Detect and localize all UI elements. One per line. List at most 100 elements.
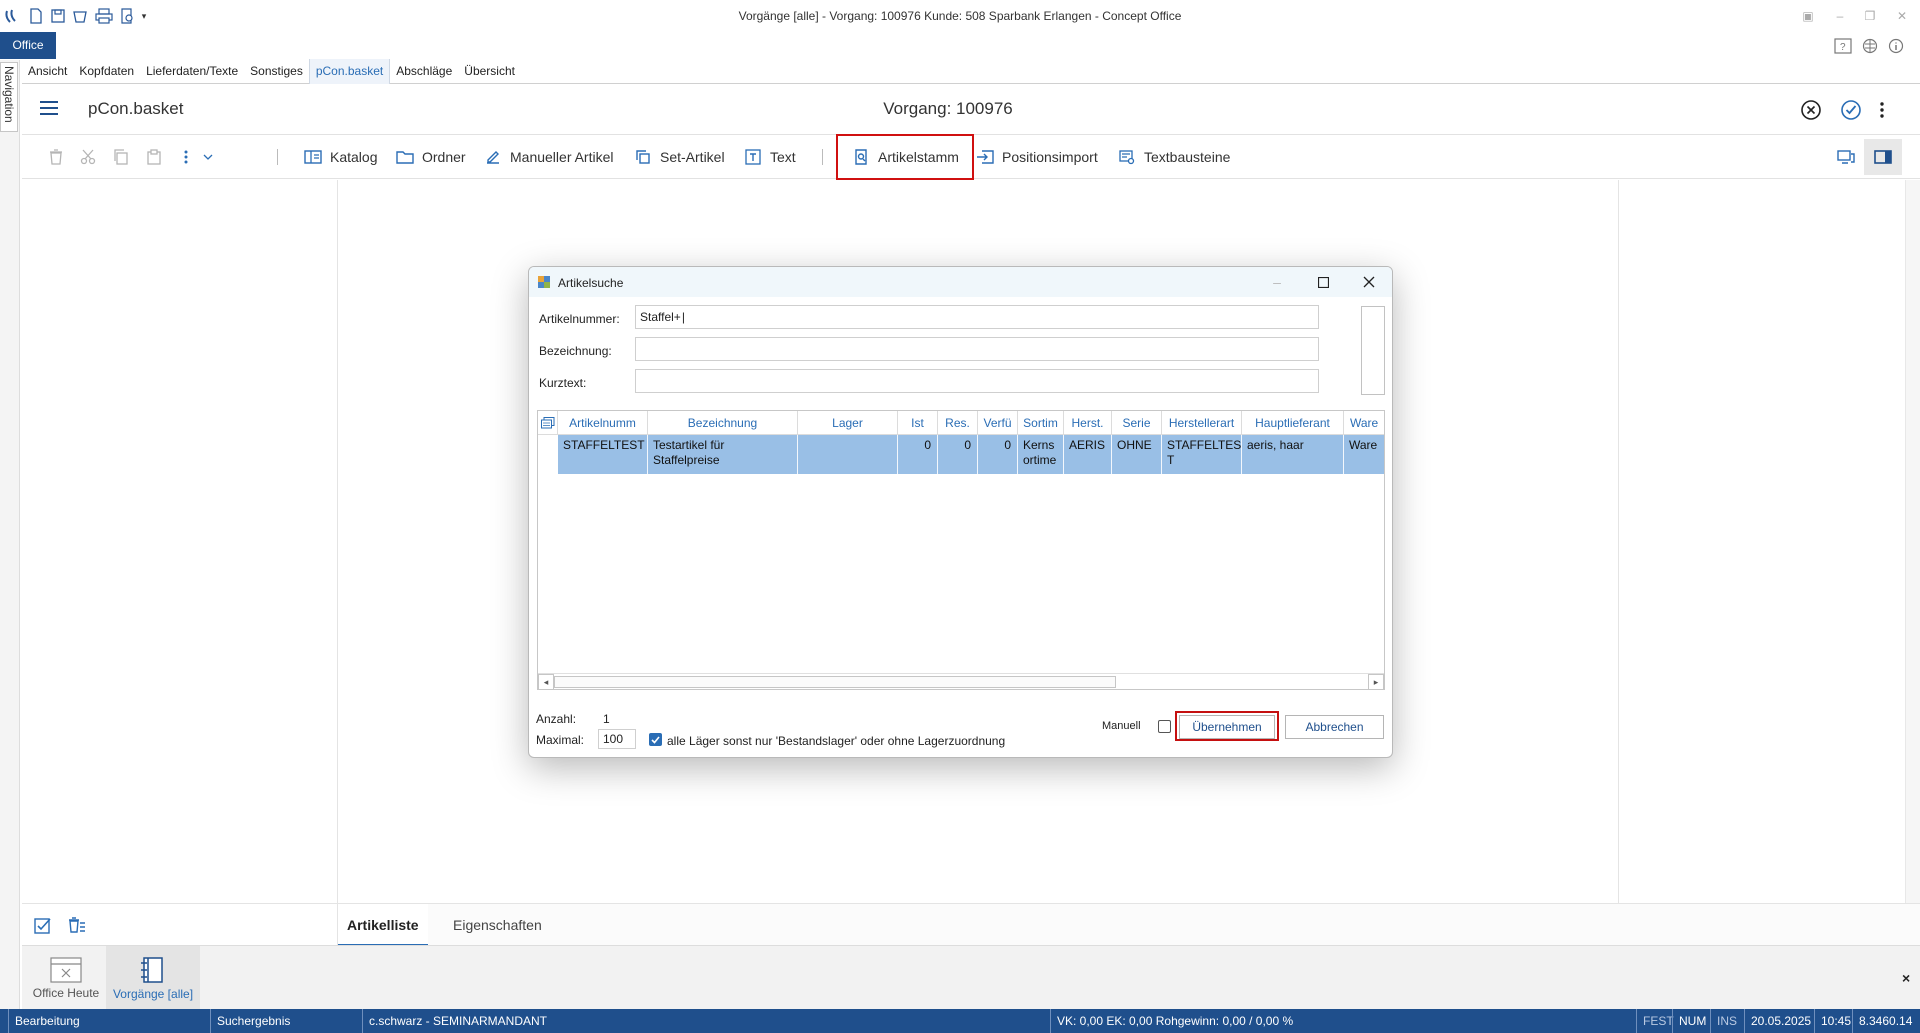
menu-ansicht[interactable]: Ansicht	[22, 59, 73, 84]
col-res[interactable]: Res.	[938, 411, 978, 435]
positionsimport-button[interactable]: Positionsimport	[976, 135, 1098, 179]
text-button[interactable]: Text	[744, 135, 796, 179]
title-bar: ▾ Vorgänge [alle] - Vorgang: 100976 Kund…	[0, 0, 1920, 32]
cell-verfuegbar: 0	[978, 435, 1018, 474]
col-bezeichnung[interactable]: Bezeichnung	[648, 411, 798, 435]
ordner-button[interactable]: Ordner	[396, 135, 466, 179]
col-hauptlieferant[interactable]: Hauptlieferant	[1242, 411, 1344, 435]
status-totals: VK: 0,00 EK: 0,00 Rohgewinn: 0,00 / 0,00…	[1050, 1009, 1293, 1033]
nav-office-heute[interactable]: Office Heute	[26, 946, 106, 1010]
dialog-title-bar: Artikelsuche –	[529, 267, 1392, 297]
nav-vorgaenge[interactable]: Vorgänge [alle]	[106, 946, 200, 1010]
dialog-maximize-icon[interactable]	[1313, 272, 1333, 292]
col-ist[interactable]: Ist	[898, 411, 938, 435]
col-sortiment[interactable]: Sortim	[1018, 411, 1064, 435]
grid-options-icon[interactable]	[538, 411, 558, 435]
vorgaenge-icon	[141, 956, 163, 983]
status-search: Suchergebnis	[210, 1009, 290, 1033]
search-fields-scrollbar[interactable]	[1361, 306, 1385, 395]
anzahl-value: 1	[603, 712, 610, 726]
menu-pcon-basket[interactable]: pCon.basket	[308, 58, 391, 84]
abbrechen-button[interactable]: Abbrechen	[1285, 715, 1384, 739]
artikelnummer-label: Artikelnummer:	[539, 312, 620, 326]
scroll-thumb[interactable]	[554, 676, 1116, 688]
close-icon[interactable]: ×	[1902, 970, 1910, 986]
textbausteine-button[interactable]: Textbausteine	[1118, 135, 1230, 179]
cut-icon[interactable]	[78, 147, 98, 167]
cell-ist: 0	[898, 435, 938, 474]
col-verfuegbar[interactable]: Verfü	[978, 411, 1018, 435]
more-actions-icon[interactable]	[176, 147, 196, 167]
dialog-close-icon[interactable]	[1359, 272, 1379, 292]
paste-icon[interactable]	[144, 147, 164, 167]
delete-list-icon[interactable]	[68, 916, 86, 934]
maximal-input[interactable]: 100	[598, 729, 636, 749]
maximal-label: Maximal:	[536, 733, 585, 747]
alle-laeger-label: alle Läger sonst nur 'Bestandslager' ode…	[667, 734, 1006, 748]
manuell-checkbox[interactable]	[1158, 720, 1171, 733]
col-herstellerart[interactable]: Herstellerart	[1162, 411, 1242, 435]
dialog-minimize-icon[interactable]: –	[1267, 272, 1287, 292]
status-mode: Bearbeitung	[8, 1009, 80, 1033]
delete-icon[interactable]	[46, 147, 66, 167]
col-hersteller[interactable]: Herst.	[1064, 411, 1112, 435]
tab-eigenschaften[interactable]: Eigenschaften	[444, 904, 551, 946]
edit-icon	[484, 148, 502, 166]
cell-bezeichnung: Testartikel für Staffelpreise	[648, 435, 798, 474]
office-tab[interactable]: Office	[0, 32, 56, 59]
cell-herstellerart: STAFFELTES T	[1162, 435, 1242, 474]
menu-abschlaege[interactable]: Abschläge	[390, 59, 458, 84]
toolbar-separator	[277, 149, 278, 165]
scroll-left-icon[interactable]: ◂	[538, 674, 554, 690]
status-version: 8.3460.14	[1852, 1009, 1912, 1033]
svg-text:?: ?	[1840, 42, 1846, 53]
copy-icon[interactable]	[111, 147, 131, 167]
col-ware[interactable]: Ware	[1344, 411, 1384, 435]
screen-share-icon[interactable]	[1836, 147, 1856, 167]
check-circle-icon[interactable]	[1838, 97, 1864, 123]
chevron-down-icon[interactable]	[198, 147, 218, 167]
kurztext-input[interactable]	[635, 369, 1319, 393]
tab-artikelliste[interactable]: Artikelliste	[338, 904, 428, 946]
menu-kopfdaten[interactable]: Kopfdaten	[73, 59, 140, 84]
vertical-scrollbar[interactable]	[1905, 180, 1920, 903]
bezeichnung-input[interactable]	[635, 337, 1319, 361]
menu-lieferdaten-texte[interactable]: Lieferdaten/Texte	[140, 59, 244, 84]
toolbar: Katalog Ordner Manueller Artikel Set-Art…	[22, 134, 1920, 180]
manueller-artikel-button[interactable]: Manueller Artikel	[484, 135, 614, 179]
set-artikel-button[interactable]: Set-Artikel	[634, 135, 725, 179]
checklist-icon[interactable]	[34, 916, 52, 934]
menu-sonstiges[interactable]: Sonstiges	[244, 59, 309, 84]
info-icon[interactable]	[1888, 38, 1904, 54]
more-options-icon[interactable]	[1874, 97, 1890, 123]
bottom-tabs: Artikelliste Eigenschaften	[338, 903, 1920, 946]
support-icon[interactable]	[1862, 38, 1878, 54]
minimize-icon[interactable]: –	[1832, 8, 1848, 24]
col-artikelnummer[interactable]: Artikelnumm	[558, 411, 648, 435]
window-layout-icon[interactable]: ▣	[1800, 8, 1816, 24]
navigation-label: Navigation	[2, 66, 16, 123]
artikelstamm-highlight	[836, 134, 974, 180]
cell-lager	[798, 435, 898, 474]
import-icon	[976, 148, 994, 166]
alle-laeger-checkbox[interactable]	[649, 733, 662, 746]
katalog-button[interactable]: Katalog	[304, 135, 377, 179]
col-lager[interactable]: Lager	[798, 411, 898, 435]
text-icon	[744, 148, 762, 166]
grid-horizontal-scrollbar[interactable]: ◂ ▸	[538, 673, 1384, 690]
cell-res: 0	[938, 435, 978, 474]
app-header: pCon.basket Vorgang: 100976	[22, 85, 1920, 135]
col-serie[interactable]: Serie	[1112, 411, 1162, 435]
help-icon[interactable]: ?	[1834, 38, 1852, 54]
side-panel-toggle-icon[interactable]	[1864, 139, 1902, 175]
close-circle-icon[interactable]	[1798, 97, 1824, 123]
close-window-icon[interactable]: ✕	[1894, 8, 1910, 24]
right-panel	[1618, 180, 1920, 903]
menu-uebersicht[interactable]: Übersicht	[458, 59, 521, 84]
set-icon	[634, 148, 652, 166]
results-grid: Artikelnumm Bezeichnung Lager Ist Res. V…	[537, 410, 1385, 690]
artikelnummer-input[interactable]: Staffel+|	[635, 305, 1319, 329]
restore-icon[interactable]: ❐	[1862, 8, 1878, 24]
scroll-right-icon[interactable]: ▸	[1368, 674, 1384, 690]
window-title: Vorgänge [alle] - Vorgang: 100976 Kunde:…	[738, 9, 1182, 23]
